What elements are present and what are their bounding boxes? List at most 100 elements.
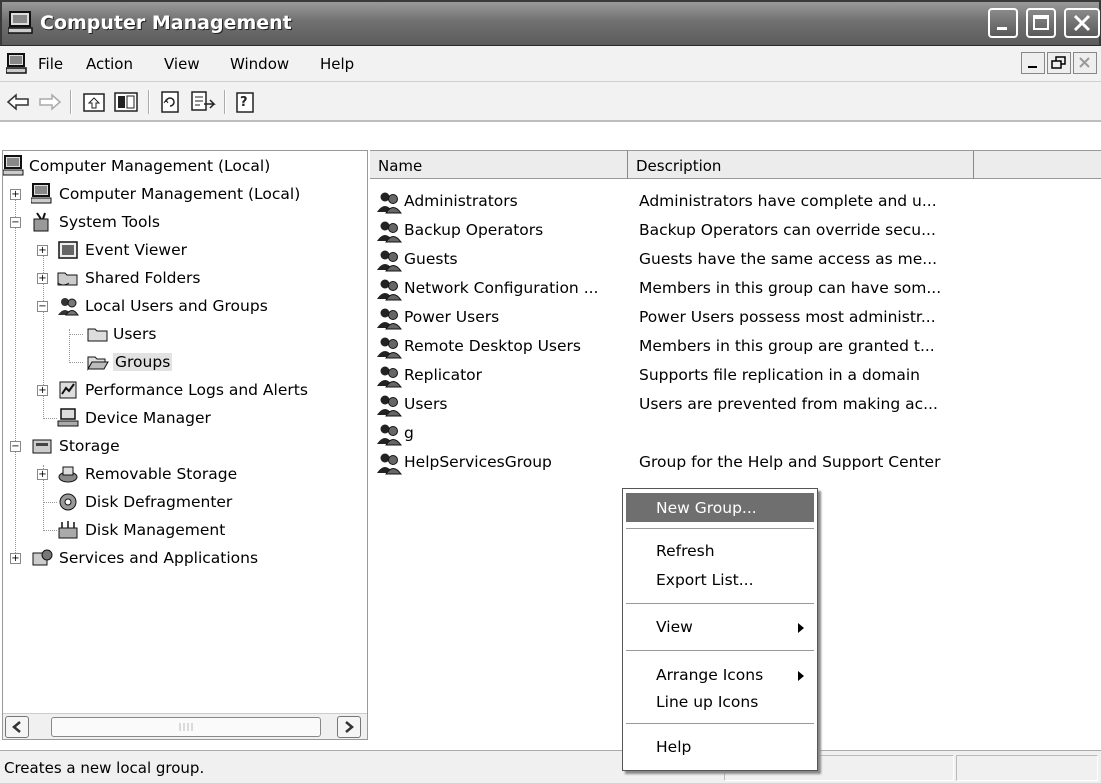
menu-bar: File Action View Window Help [0,46,1101,82]
menu-help[interactable]: Help [320,55,354,73]
menu-item-refresh[interactable]: Refresh [626,536,814,565]
help-icon[interactable]: ? [232,88,260,116]
list-item[interactable]: Users Users are prevented from making ac… [370,391,1101,420]
menu-action[interactable]: Action [86,55,133,73]
list-item[interactable]: Replicator Supports file replication in … [370,362,1101,391]
tree-horizontal-scrollbar[interactable] [3,713,367,739]
menu-item-new-group[interactable]: New Group... [626,493,814,522]
list-item[interactable]: HelpServicesGroup Group for the Help and… [370,449,1101,478]
mdi-controls [1019,52,1097,76]
expand-icon[interactable]: + [37,469,48,480]
mdi-close-button[interactable] [1073,52,1097,74]
tree-item-label: Removable Storage [85,465,238,483]
mdi-minimize-button[interactable] [1021,52,1045,74]
tree-item-label: Groups [113,353,173,371]
mmc-system-menu-icon[interactable] [5,53,28,79]
menu-separator [626,528,814,529]
group-name: g [404,424,414,442]
column-header-description[interactable]: Description [628,151,974,179]
list-item[interactable]: Power Users Power Users possess most adm… [370,304,1101,333]
title-bar: Computer Management [0,0,1101,46]
svg-text:?: ? [240,95,248,110]
collapse-icon[interactable]: − [10,217,21,228]
menu-file[interactable]: File [38,55,63,73]
show-hide-tree-icon[interactable] [112,88,140,116]
collapse-icon[interactable]: − [10,441,21,452]
forward-icon[interactable] [36,88,64,116]
computer-icon [30,183,53,205]
expand-icon[interactable]: + [37,273,48,284]
expand-icon[interactable]: + [37,245,48,256]
status-bar: Creates a new local group. [0,750,1101,783]
refresh-icon[interactable] [156,88,184,116]
mdi-restore-button[interactable] [1047,52,1071,74]
list-item[interactable]: Network Configuration ... Members in thi… [370,275,1101,304]
status-panel [956,755,1098,781]
tree-item-label: Device Manager [85,409,211,427]
list-item[interactable]: Remote Desktop Users Members in this gro… [370,333,1101,362]
export-list-icon[interactable] [188,88,216,116]
maximize-button[interactable] [1026,8,1056,38]
minimize-button[interactable] [988,8,1018,38]
scrollbar-thumb[interactable] [51,717,321,737]
expand-icon[interactable]: + [10,553,21,564]
group-name: Remote Desktop Users [404,337,581,355]
scroll-left-icon[interactable] [5,716,29,738]
up-one-level-icon[interactable] [80,88,108,116]
toolbar-separator [224,90,226,114]
list-item[interactable]: Backup Operators Backup Operators can ov… [370,217,1101,246]
menu-item-export-list[interactable]: Export List... [626,565,814,594]
collapse-icon[interactable]: − [37,301,48,312]
tree-item-label: Shared Folders [85,269,201,287]
menu-item-view[interactable]: View [626,612,814,641]
menu-item-help[interactable]: Help [626,732,814,761]
shared-folder-icon [57,267,79,289]
folder-open-icon [87,351,109,373]
users-icon [57,295,79,317]
group-icon [376,364,402,392]
list-item[interactable]: g [370,420,1101,449]
computer-management-icon [7,11,34,39]
toolbar-separator [148,90,150,114]
toolbar-separator [70,90,72,114]
tree-item-label: Computer Management (Local) [59,185,301,203]
tree-item-label: Storage [59,437,120,455]
list-header: Name Description [370,151,1101,179]
menu-item-label: View [656,618,693,636]
expand-icon[interactable]: + [10,189,21,200]
group-icon [376,393,402,421]
expand-icon[interactable]: + [37,385,48,396]
tree-item-label: Local Users and Groups [85,297,268,315]
group-name: Guests [404,250,458,268]
storage-icon [31,435,53,457]
console-tree: Computer Management (Local) + Computer M… [2,150,368,740]
tree-connector [69,334,83,335]
menu-window[interactable]: Window [230,55,289,73]
list-item[interactable]: Guests Guests have the same access as me… [370,246,1101,275]
menu-item-label: Arrange Icons [656,666,764,684]
group-description: Users are prevented from making ac... [639,395,938,413]
menu-separator [626,603,814,604]
context-menu: New Group... Refresh Export List... View… [622,488,818,771]
column-header-name[interactable]: Name [370,151,628,179]
group-icon [376,451,402,479]
menu-item-line-up-icons[interactable]: Line up Icons [626,687,814,716]
close-button[interactable] [1064,8,1100,38]
group-name: Power Users [404,308,500,326]
list-item[interactable]: Administrators Administrators have compl… [370,188,1101,217]
menu-view[interactable]: View [164,55,200,73]
back-icon[interactable] [4,88,32,116]
scroll-right-icon[interactable] [337,716,361,738]
menu-item-arrange-icons[interactable]: Arrange Icons [626,660,814,689]
tree-item-label: Disk Defragmenter [85,493,233,511]
folder-icon [87,323,109,345]
tree-item-label: Users [113,325,157,343]
submenu-arrow-icon [798,623,804,633]
tree-item-label: Event Viewer [85,241,188,259]
group-icon [376,248,402,276]
group-name: HelpServicesGroup [404,453,552,471]
group-description: Members in this group can have som... [639,279,942,297]
group-icon [376,219,402,247]
group-name: Users [404,395,448,413]
group-description: Members in this group are granted t... [639,337,935,355]
